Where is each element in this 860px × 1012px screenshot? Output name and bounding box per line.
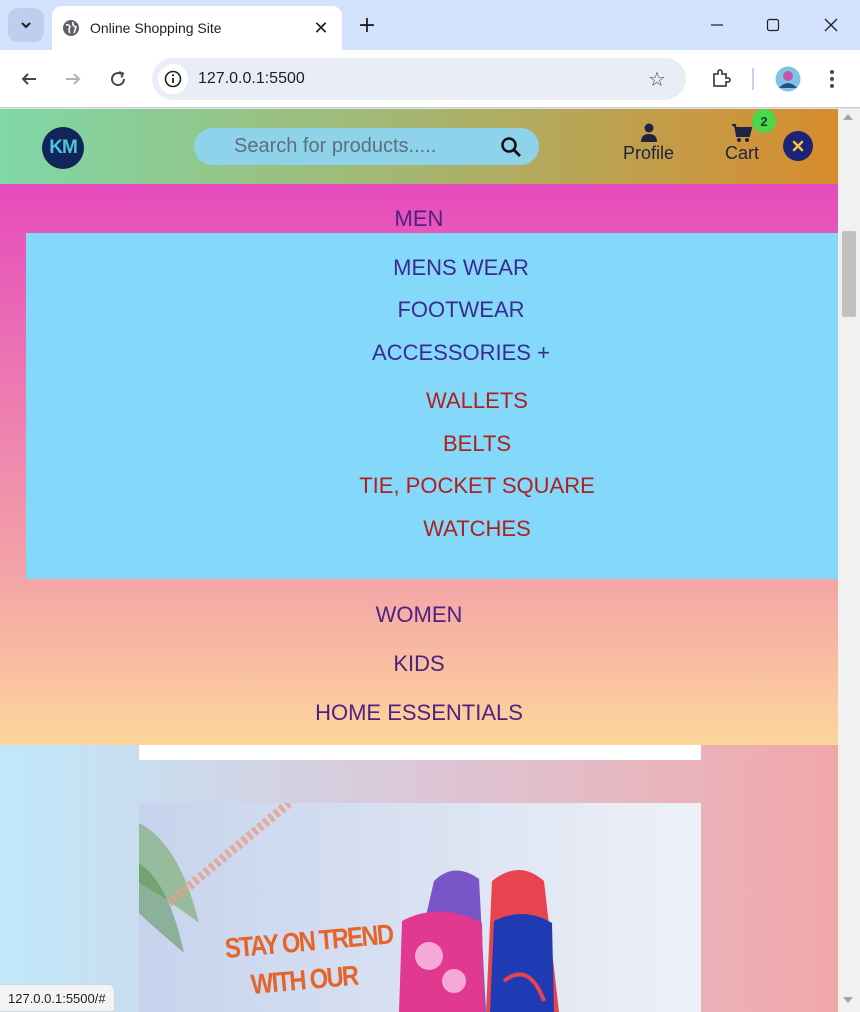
status-bar-url: 127.0.0.1:5500/# xyxy=(0,984,115,1012)
submenu-item-mens-wear[interactable]: MENS WEAR xyxy=(26,255,838,281)
reload-button[interactable] xyxy=(101,62,135,96)
search-input[interactable]: Search for products..... xyxy=(234,135,499,158)
maximize-icon xyxy=(766,18,780,32)
back-button[interactable] xyxy=(12,62,46,96)
backpacks-image xyxy=(399,870,559,1012)
men-submenu: MENS WEAR FOOTWEAR ACCESSORIES + WALLETS… xyxy=(26,233,838,579)
profile-label: Profile xyxy=(623,143,675,163)
forward-button[interactable] xyxy=(56,62,90,96)
site-info-button[interactable] xyxy=(158,64,188,94)
scroll-up-arrow-icon[interactable] xyxy=(843,114,853,120)
extensions-button[interactable] xyxy=(704,62,738,96)
cart-label: Cart xyxy=(725,143,760,163)
page-viewport: KM Search for products..... Profile Cart… xyxy=(0,109,838,1012)
accessory-item-watches[interactable]: WATCHES xyxy=(26,516,838,542)
tab-search-button[interactable] xyxy=(8,8,44,42)
cart-icon xyxy=(732,124,753,142)
menu-item-women[interactable]: WOMEN xyxy=(0,602,838,628)
tab-title: Online Shopping Site xyxy=(90,20,222,36)
nav-menu: MEN MENS WEAR FOOTWEAR ACCESSORIES + WAL… xyxy=(0,184,838,745)
toolbar-divider xyxy=(752,68,754,90)
banner-headline: STAY ON TREND xyxy=(223,918,394,964)
menu-item-kids[interactable]: KIDS xyxy=(0,651,838,677)
maximize-button[interactable] xyxy=(744,0,802,50)
bookmark-star-icon[interactable]: ☆ xyxy=(642,64,672,94)
more-vertical-icon xyxy=(830,70,834,88)
info-icon xyxy=(164,70,182,88)
close-icon xyxy=(792,140,804,152)
cart-count-badge: 2 xyxy=(752,109,776,133)
scroll-down-arrow-icon[interactable] xyxy=(843,997,853,1003)
minimize-button[interactable] xyxy=(688,0,746,50)
puzzle-icon xyxy=(713,69,731,87)
submenu-item-accessories[interactable]: ACCESSORIES + xyxy=(26,340,838,366)
content-strip xyxy=(139,745,701,760)
menu-item-men[interactable]: MEN xyxy=(0,206,838,232)
search-bar[interactable]: Search for products..... xyxy=(194,128,539,165)
submenu-item-footwear[interactable]: FOOTWEAR xyxy=(26,297,838,323)
back-arrow-icon xyxy=(21,73,36,85)
new-tab-button[interactable]: + xyxy=(352,10,382,40)
search-icon[interactable] xyxy=(499,135,523,159)
browser-tab-active[interactable]: Online Shopping Site ✕ xyxy=(52,6,342,50)
scrollbar-thumb[interactable] xyxy=(842,231,856,317)
rope-decoration xyxy=(166,803,292,907)
menu-item-home-essentials[interactable]: HOME ESSENTIALS xyxy=(0,700,838,726)
tab-strip: Online Shopping Site ✕ + xyxy=(0,0,860,50)
close-icon xyxy=(824,18,838,32)
forward-arrow-icon xyxy=(66,73,81,85)
close-menu-button[interactable] xyxy=(783,131,813,161)
profile-link[interactable]: Profile xyxy=(623,123,674,164)
minimize-icon xyxy=(711,24,723,26)
globe-icon xyxy=(63,20,79,36)
address-bar[interactable]: 127.0.0.1:5500 ☆ xyxy=(152,58,686,100)
chevron-down-icon xyxy=(21,22,31,29)
accessory-item-belts[interactable]: BELTS xyxy=(26,431,838,457)
accessory-item-tie-pocket-square[interactable]: TIE, POCKET SQUARE xyxy=(26,473,838,499)
close-tab-icon[interactable]: ✕ xyxy=(310,17,332,39)
browser-menu-button[interactable] xyxy=(815,62,849,96)
url-text: 127.0.0.1:5500 xyxy=(198,70,305,87)
site-header: KM Search for products..... Profile Cart… xyxy=(0,109,838,184)
profile-avatar-button[interactable] xyxy=(771,62,805,96)
browser-toolbar: 127.0.0.1:5500 ☆ xyxy=(0,50,860,108)
site-logo[interactable]: KM xyxy=(42,127,84,169)
page-scrollbar[interactable] xyxy=(838,109,860,1012)
close-window-button[interactable] xyxy=(802,0,860,50)
promo-banner[interactable]: STAY ON TREND WITH OUR xyxy=(139,803,701,1012)
cart-link[interactable]: Cart xyxy=(725,123,759,164)
accessory-item-wallets[interactable]: WALLETS xyxy=(26,388,838,414)
avatar-icon xyxy=(775,66,801,92)
banner-subline: WITH OUR xyxy=(249,959,359,1000)
reload-icon xyxy=(111,71,126,87)
user-icon xyxy=(640,123,657,142)
logo-text: KM xyxy=(49,137,78,158)
